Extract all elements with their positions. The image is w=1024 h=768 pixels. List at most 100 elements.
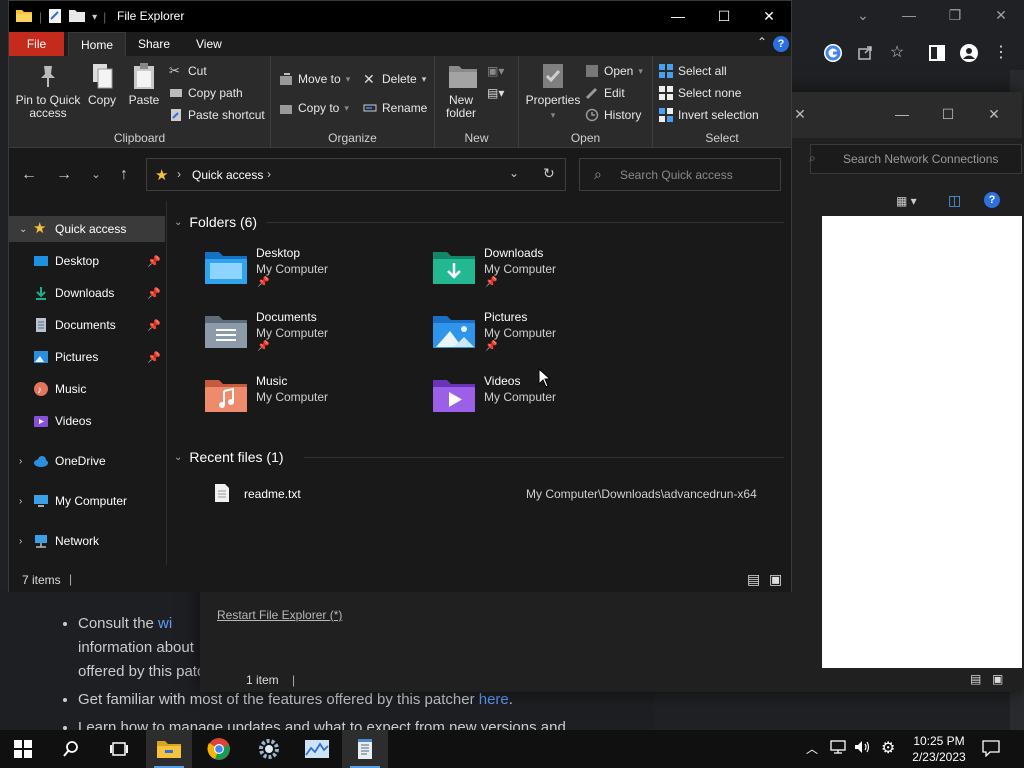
clock[interactable]: 10:25 PM 2/23/2023 [910, 733, 968, 765]
sidebar-item-onedrive[interactable]: › OneDrive [9, 448, 165, 474]
copy-to-button[interactable]: Copy to ▾ [279, 99, 349, 117]
show-hidden-icons-chevron-icon[interactable]: ︿ [806, 740, 818, 768]
recent-locations-chevron-icon[interactable]: ⌄ [86, 165, 106, 185]
cut-button[interactable]: ✂ Cut [169, 62, 207, 80]
address-dropdown-icon[interactable]: ⌄ [509, 166, 519, 180]
here-link[interactable]: here [479, 691, 509, 708]
close-button[interactable]: ✕ [984, 106, 1004, 126]
sidebar-item-downloads[interactable]: Downloads 📌 [9, 280, 165, 306]
folder-tile-downloads[interactable]: Downloads My Computer 📌 [432, 246, 652, 302]
share-icon[interactable] [856, 44, 874, 62]
move-to-button[interactable]: Move to ▾ [279, 70, 350, 88]
close-button[interactable]: ✕ [746, 1, 792, 32]
minimize-button[interactable]: — [655, 1, 701, 32]
folder-tile-pictures[interactable]: Pictures My Computer 📌 [432, 310, 652, 366]
copy-button[interactable]: Copy [85, 62, 119, 107]
new-folder-icon[interactable] [68, 8, 86, 26]
edit-button[interactable]: Edit [585, 84, 625, 102]
taskbar-settings[interactable] [246, 730, 292, 768]
gear-tray-icon[interactable]: ⚙ [881, 738, 895, 768]
collapse-ribbon-icon[interactable]: ⌃ [757, 35, 767, 49]
recent-files-section-header[interactable]: ⌄ Recent files (1) [174, 449, 284, 465]
task-view-button[interactable] [96, 730, 142, 768]
folder-tile-desktop[interactable]: Desktop My Computer 📌 [204, 246, 424, 302]
network-search-input[interactable]: ⌕ Search Network Connections [809, 144, 1022, 174]
back-arrow-icon[interactable]: ← [19, 165, 39, 185]
maximize-button[interactable]: ☐ [701, 1, 747, 32]
sidebar-item-quick-access[interactable]: ⌄ ★ Quick access [9, 216, 165, 242]
new-item-icon[interactable]: ▣▾ [487, 64, 504, 78]
sidebar-icon[interactable] [928, 44, 946, 62]
network-tray-icon[interactable] [830, 739, 846, 768]
history-button[interactable]: History [585, 106, 641, 124]
preview-pane-icon[interactable]: ◫ [948, 192, 961, 209]
taskbar-file-explorer[interactable] [146, 730, 192, 768]
maximize-button[interactable]: ☐ [938, 106, 958, 126]
folder-tile-documents[interactable]: Documents My Computer 📌 [204, 310, 424, 366]
easy-access-icon[interactable]: ▤▾ [487, 86, 504, 100]
folder-tile-music[interactable]: Music My Computer [204, 374, 424, 430]
search-input[interactable]: ⌕ Search Quick access [579, 158, 781, 191]
minimize-button[interactable]: — [892, 106, 912, 126]
large-icons-view-icon[interactable]: ▣ [769, 571, 782, 588]
start-button[interactable] [0, 730, 46, 768]
wiki-link[interactable]: wi [158, 615, 172, 632]
sidebar-item-pictures[interactable]: Pictures 📌 [9, 344, 165, 370]
more-menu-icon[interactable]: ⋮ [992, 44, 1010, 62]
tab-share[interactable]: Share [126, 32, 182, 56]
expand-chevron-icon[interactable]: ⌄ [19, 224, 33, 235]
collapse-chevron-icon[interactable]: ⌄ [174, 217, 182, 228]
large-icons-view-icon[interactable]: ▣ [992, 672, 1003, 686]
chevron-down-icon[interactable]: ⌄ [854, 6, 872, 24]
delete-button[interactable]: ✕ Delete ▾ [363, 70, 426, 88]
volume-icon[interactable] [854, 739, 872, 768]
paste-button[interactable]: Paste [125, 62, 163, 107]
up-arrow-icon[interactable]: ↑ [114, 165, 134, 185]
expand-chevron-icon[interactable]: › [19, 496, 33, 507]
chevron-down-icon[interactable]: ▾ [92, 12, 97, 23]
address-bar[interactable]: ★ › Quick access › ⌄ ↻ [146, 158, 566, 191]
select-all-button[interactable]: Select all [659, 62, 727, 80]
recent-file-row[interactable]: readme.txt My Computer\Downloads\advance… [198, 483, 788, 505]
search-button[interactable] [48, 730, 94, 768]
refresh-icon[interactable]: ↻ [543, 165, 555, 182]
notification-icon[interactable] [982, 739, 1000, 768]
pin-to-quick-access-button[interactable]: Pin to Quick access [15, 62, 81, 120]
taskbar-resource-monitor[interactable] [294, 730, 340, 768]
tab-file[interactable]: File [9, 32, 64, 56]
breadcrumb-quick-access[interactable]: Quick access [192, 168, 263, 182]
minimize-button[interactable]: — [900, 6, 918, 24]
rename-button[interactable]: Rename [363, 99, 427, 117]
sidebar-item-network[interactable]: › Network [9, 528, 165, 554]
restore-button[interactable]: ❐ [946, 6, 964, 24]
profile-icon[interactable] [960, 44, 978, 62]
sidebar-item-my-computer[interactable]: › My Computer [9, 488, 165, 514]
bookmark-star-icon[interactable]: ☆ [888, 44, 906, 62]
details-view-icon[interactable]: ▤ [747, 571, 760, 588]
help-button[interactable]: ? [773, 36, 789, 52]
expand-chevron-icon[interactable]: › [19, 536, 33, 547]
sidebar-item-desktop[interactable]: Desktop 📌 [9, 248, 165, 274]
sidebar-item-documents[interactable]: Documents 📌 [9, 312, 165, 338]
restart-explorer-link[interactable]: Restart File Explorer (*) [217, 608, 342, 622]
close-icon[interactable]: ✕ [790, 106, 810, 126]
help-icon[interactable]: ? [984, 192, 1000, 208]
collapse-chevron-icon[interactable]: ⌄ [174, 452, 182, 463]
invert-selection-button[interactable]: Invert selection [659, 106, 759, 124]
paste-shortcut-button[interactable]: Paste shortcut [169, 106, 265, 124]
open-button[interactable]: Open ▾ [585, 62, 643, 80]
copy-path-button[interactable]: Copy path [169, 84, 243, 102]
properties-button[interactable]: Properties ▾ [525, 62, 581, 122]
expand-chevron-icon[interactable]: › [19, 456, 33, 467]
taskbar-chrome[interactable] [196, 730, 242, 768]
details-view-icon[interactable]: ▤ [970, 672, 981, 686]
new-folder-button[interactable]: New folder [443, 62, 479, 120]
properties-icon[interactable] [48, 8, 62, 27]
taskbar-notepad[interactable] [342, 730, 388, 768]
forward-arrow-icon[interactable]: → [54, 165, 74, 185]
tab-home[interactable]: Home [68, 32, 127, 56]
sidebar-item-music[interactable]: ♪ Music [9, 376, 165, 402]
folders-section-header[interactable]: ⌄ Folders (6) [174, 214, 257, 230]
view-options-icon[interactable]: ▦ ▾ [896, 194, 917, 208]
tab-view[interactable]: View [184, 32, 234, 56]
